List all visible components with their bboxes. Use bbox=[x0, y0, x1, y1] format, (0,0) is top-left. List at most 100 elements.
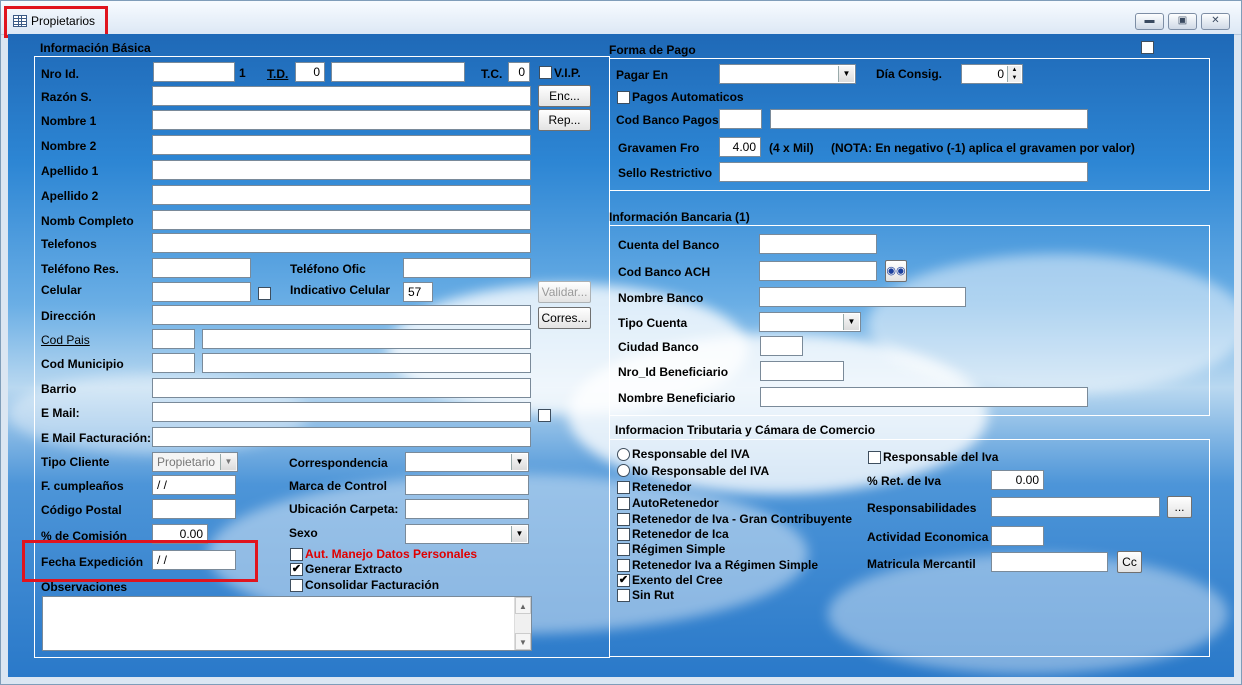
matricula-input[interactable] bbox=[991, 552, 1108, 572]
forma-pago-checkbox[interactable] bbox=[1141, 41, 1154, 54]
indicativo-input[interactable]: 57 bbox=[403, 282, 433, 302]
enc-button[interactable]: Enc... bbox=[538, 85, 591, 107]
nombre2-label: Nombre 2 bbox=[41, 139, 97, 153]
ciudad-banco-label: Ciudad Banco bbox=[618, 340, 699, 354]
telefono-ofic-input[interactable] bbox=[403, 258, 531, 278]
ret-iva-label: % Ret. de Iva bbox=[867, 474, 942, 488]
aut-checkbox[interactable] bbox=[290, 548, 303, 561]
nro-id-input[interactable] bbox=[153, 62, 235, 82]
cod-banco-ach-input[interactable] bbox=[759, 261, 877, 281]
celular-checkbox[interactable] bbox=[258, 287, 271, 300]
tipo-cuenta-select[interactable]: ▼ bbox=[759, 312, 861, 332]
nro-benef-input[interactable] bbox=[760, 361, 844, 381]
exento-checkbox[interactable]: ✔ bbox=[617, 574, 630, 587]
pagar-en-select[interactable]: ▼ bbox=[719, 64, 856, 84]
cumple-input[interactable]: / / bbox=[152, 475, 236, 495]
nomb-completo-input[interactable] bbox=[152, 210, 531, 230]
cuenta-banco-input[interactable] bbox=[759, 234, 877, 254]
close-button[interactable]: ✕ bbox=[1201, 13, 1230, 30]
tc-input[interactable]: 0 bbox=[508, 62, 530, 82]
aut-label: Aut. Manejo Datos Personales bbox=[305, 547, 478, 561]
nombre-benef-input[interactable] bbox=[760, 387, 1088, 407]
razon-input[interactable] bbox=[152, 86, 531, 106]
gravamen-label: Gravamen Fro bbox=[618, 141, 700, 155]
barrio-input[interactable] bbox=[152, 378, 531, 398]
ret-regimen-checkbox[interactable] bbox=[617, 559, 630, 572]
municipio-name-input[interactable] bbox=[202, 353, 531, 373]
nombre-banco-input[interactable] bbox=[759, 287, 966, 307]
no-responsable-iva-radio[interactable] bbox=[617, 464, 630, 477]
section-informacion-basica: Información Básica bbox=[40, 41, 151, 55]
responsable-iva-checkbox[interactable] bbox=[868, 451, 881, 464]
cc-button[interactable]: Cc bbox=[1117, 551, 1142, 573]
postal-input[interactable] bbox=[152, 499, 236, 519]
rep-button[interactable]: Rep... bbox=[538, 109, 591, 131]
gravamen-note: (NOTA: En negativo (-1) aplica el gravam… bbox=[831, 141, 1135, 155]
banco-pagos-name-input[interactable] bbox=[770, 109, 1088, 129]
telefono-res-input[interactable] bbox=[152, 258, 251, 278]
responsabilidades-button[interactable]: ... bbox=[1167, 496, 1192, 518]
dia-consig-spinner[interactable]: 0 ▲ ▼ bbox=[961, 64, 1023, 84]
email-input[interactable] bbox=[152, 402, 531, 422]
sin-rut-checkbox[interactable] bbox=[617, 589, 630, 602]
telefonos-input[interactable] bbox=[152, 233, 531, 253]
direccion-input[interactable] bbox=[152, 305, 531, 325]
correspondencia-select[interactable]: ▼ bbox=[405, 452, 529, 472]
validar-button[interactable]: Validar... bbox=[538, 281, 591, 303]
td-label[interactable]: T.D. bbox=[267, 67, 288, 81]
sello-input[interactable] bbox=[719, 162, 1088, 182]
scroll-down-icon[interactable]: ▼ bbox=[515, 633, 531, 650]
marca-input[interactable] bbox=[405, 475, 529, 495]
gravamen-input[interactable]: 4.00 bbox=[719, 137, 761, 157]
apellido2-input[interactable] bbox=[152, 185, 531, 205]
email-checkbox[interactable] bbox=[538, 409, 551, 422]
email-fact-input[interactable] bbox=[152, 427, 531, 447]
minimize-button[interactable]: ▬ bbox=[1135, 13, 1164, 30]
vip-label: V.I.P. bbox=[554, 66, 581, 80]
scroll-up-icon[interactable]: ▲ bbox=[515, 597, 531, 614]
restore-button[interactable]: ▣ bbox=[1168, 13, 1197, 30]
binoculars-icon[interactable]: ◉◉ bbox=[885, 260, 907, 282]
responsable-iva-radio[interactable] bbox=[617, 448, 630, 461]
cod-banco-pagos-input[interactable] bbox=[719, 109, 762, 129]
exento-label: Exento del Cree bbox=[632, 573, 723, 587]
generar-checkbox[interactable]: ✔ bbox=[290, 563, 303, 576]
cod-municipio-label: Cod Municipio bbox=[41, 357, 124, 371]
consolidar-checkbox[interactable] bbox=[290, 579, 303, 592]
ret-gran-checkbox[interactable] bbox=[617, 513, 630, 526]
corres-button[interactable]: Corres... bbox=[538, 307, 591, 329]
pais-name-input[interactable] bbox=[202, 329, 531, 349]
retenedor-checkbox[interactable] bbox=[617, 481, 630, 494]
td-text-input[interactable] bbox=[331, 62, 465, 82]
section-forma-pago: Forma de Pago bbox=[609, 43, 696, 57]
ret-ica-checkbox[interactable] bbox=[617, 528, 630, 541]
cod-municipio-input[interactable] bbox=[152, 353, 195, 373]
cod-pais-input[interactable] bbox=[152, 329, 195, 349]
nombre1-input[interactable] bbox=[152, 110, 531, 130]
ubicacion-input[interactable] bbox=[405, 499, 529, 519]
autoretenedor-checkbox[interactable] bbox=[617, 497, 630, 510]
nro-id-label: Nro Id. bbox=[41, 67, 79, 81]
celular-input[interactable] bbox=[152, 282, 251, 302]
regimen-checkbox[interactable] bbox=[617, 543, 630, 556]
apellido2-label: Apellido 2 bbox=[41, 189, 99, 203]
spinner-arrows-icon[interactable]: ▲ ▼ bbox=[1007, 66, 1021, 82]
observaciones-textarea[interactable]: ▲ ▼ bbox=[42, 596, 532, 651]
actividad-input[interactable] bbox=[991, 526, 1044, 546]
sexo-select[interactable]: ▼ bbox=[405, 524, 529, 544]
ret-iva-input[interactable]: 0.00 bbox=[991, 470, 1044, 490]
pagos-automaticos-checkbox[interactable] bbox=[617, 91, 630, 104]
nombre-benef-label: Nombre Beneficiario bbox=[618, 391, 736, 405]
telefono-ofic-label: Teléfono Ofic bbox=[290, 262, 366, 276]
tipo-cliente-select[interactable]: Propietario ▼ bbox=[152, 452, 238, 472]
regimen-label: Régimen Simple bbox=[632, 542, 726, 556]
apellido1-input[interactable] bbox=[152, 160, 531, 180]
responsabilidades-input[interactable] bbox=[991, 497, 1160, 517]
observaciones-scrollbar[interactable]: ▲ ▼ bbox=[514, 597, 531, 650]
direccion-label: Dirección bbox=[41, 309, 96, 323]
vip-checkbox[interactable] bbox=[539, 66, 552, 79]
td-input[interactable]: 0 bbox=[295, 62, 325, 82]
cod-pais-label[interactable]: Cod Pais bbox=[41, 333, 90, 347]
nombre2-input[interactable] bbox=[152, 135, 531, 155]
ciudad-banco-input[interactable] bbox=[760, 336, 803, 356]
